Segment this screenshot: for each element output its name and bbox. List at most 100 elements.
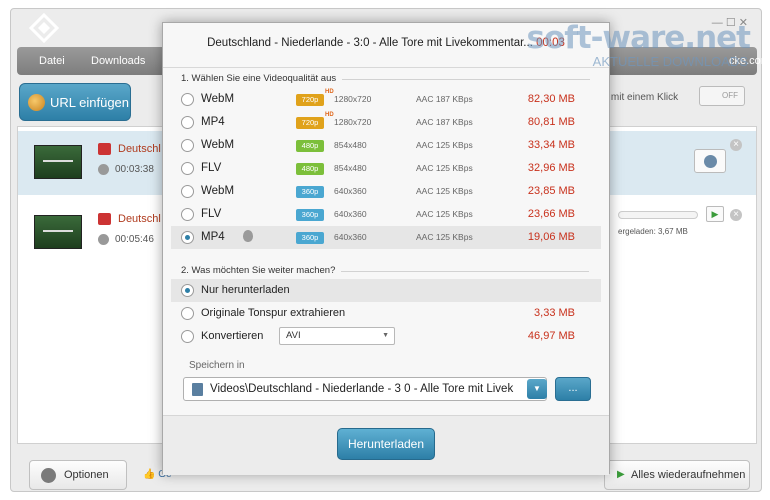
clock-icon [98, 234, 109, 245]
quality-option[interactable]: WebM 720p HD 1280x720 AAC 187 KBps 82,30 MB [171, 88, 601, 111]
quality-option[interactable]: MP4 360p 640x360 AAC 125 KBps 19,06 MB [171, 226, 601, 249]
action-download-only[interactable]: Nur herunterladen [171, 279, 601, 302]
paste-url-label: URL einfügen [50, 95, 130, 110]
watermark-tagline: AKTUELLE DOWNLOADS [592, 54, 748, 69]
quality-size: 82,30 MB [527, 93, 575, 105]
quality-format: FLV [201, 208, 222, 220]
quality-audio: AAC 125 KBps [416, 232, 473, 242]
quality-format: WebM [201, 93, 235, 105]
radio-button[interactable] [181, 162, 194, 175]
path-dropdown-button[interactable]: ▼ [527, 379, 547, 399]
quality-size: 19,06 MB [527, 231, 575, 243]
quality-audio: AAC 125 KBps [416, 140, 473, 150]
chevron-down-icon: ▼ [382, 332, 389, 339]
radio-button[interactable] [181, 284, 194, 297]
quality-option[interactable]: FLV 360p 640x360 AAC 125 KBps 23,66 MB [171, 203, 601, 226]
item-duration: 00:05:46 [115, 234, 154, 245]
folder-icon [192, 383, 203, 396]
section-action: 2. Was möchten Sie weiter machen? [181, 265, 591, 276]
radio-button[interactable] [181, 231, 194, 244]
resume-label: Alles wiederaufnehmen [631, 469, 746, 481]
dialog-title-text: Deutschland - Niederlande - 3:0 - Alle T… [207, 37, 533, 49]
section-quality: 1. Wählen Sie eine Videoqualität aus [181, 73, 591, 84]
quality-badge: 480p [296, 140, 324, 152]
quality-badge: 360p [296, 186, 324, 198]
radio-button[interactable] [181, 330, 194, 343]
video-thumbnail [34, 215, 82, 249]
quality-audio: AAC 125 KBps [416, 186, 473, 196]
quality-resolution: 640x360 [334, 186, 367, 196]
save-path-field[interactable]: Videos\Deutschland - Niederlande - 3 0 -… [183, 377, 547, 401]
quality-audio: AAC 125 KBps [416, 163, 473, 173]
item-duration: 00:03:38 [115, 164, 154, 175]
action-size: 3,33 MB [534, 307, 575, 319]
radio-button[interactable] [181, 139, 194, 152]
clock-icon [98, 164, 109, 175]
paste-url-button[interactable]: URL einfügen [19, 83, 131, 121]
options-label: Optionen [64, 469, 109, 481]
browse-button[interactable]: ... [555, 377, 591, 401]
radio-button[interactable] [181, 208, 194, 221]
action-label: Originale Tonspur extrahieren [201, 307, 346, 319]
globe-button[interactable] [694, 149, 726, 173]
action-label: Nur herunterladen [201, 284, 290, 296]
quality-audio: AAC 187 KBps [416, 94, 473, 104]
radio-button[interactable] [181, 185, 194, 198]
download-button[interactable]: Herunterladen [337, 428, 435, 460]
quality-resolution: 640x360 [334, 209, 367, 219]
save-in-label: Speichern in [189, 360, 245, 371]
play-icon[interactable]: ▶ [706, 206, 724, 222]
quality-badge: 480p [296, 163, 324, 175]
menu-file[interactable]: Datei [39, 55, 65, 67]
dialog-footer: Herunterladen [163, 415, 609, 475]
youtube-icon [98, 213, 111, 225]
quality-size: 33,34 MB [527, 139, 575, 151]
quality-format: MP4 [201, 231, 225, 243]
globe-icon [28, 94, 45, 111]
quality-audio: AAC 125 KBps [416, 209, 473, 219]
radio-button[interactable] [181, 116, 194, 129]
quality-size: 32,96 MB [527, 162, 575, 174]
quality-format: FLV [201, 162, 222, 174]
item-title[interactable]: Deutschl [118, 143, 161, 155]
quality-format: WebM [201, 139, 235, 151]
quality-size: 23,66 MB [527, 208, 575, 220]
smart-mode-toggle[interactable]: OFF [699, 86, 745, 106]
quality-option[interactable]: FLV 480p 854x480 AAC 125 KBps 32,96 MB [171, 157, 601, 180]
quality-audio: AAC 187 KBps [416, 117, 473, 127]
quality-badge: 360p [296, 232, 324, 244]
quality-format: MP4 [201, 116, 225, 128]
hd-badge: HD [325, 112, 334, 118]
convert-format-select[interactable]: AVI ▼ [279, 327, 395, 345]
progress-bar [618, 211, 698, 219]
quality-resolution: 854x480 [334, 140, 367, 150]
radio-button[interactable] [181, 307, 194, 320]
action-convert[interactable]: Konvertieren AVI ▼ 46,97 MB [171, 325, 601, 348]
item-title[interactable]: Deutschl [118, 213, 161, 225]
window-controls[interactable]: — ☐ ✕ [712, 16, 748, 29]
quality-format: WebM [201, 185, 235, 197]
apple-icon [243, 230, 253, 242]
video-thumbnail [34, 145, 82, 179]
quality-badge: 720p [296, 94, 324, 106]
quality-option[interactable]: WebM 480p 854x480 AAC 125 KBps 33,34 MB [171, 134, 601, 157]
action-extract-audio[interactable]: Originale Tonspur extrahieren 3,33 MB [171, 302, 601, 325]
quality-option[interactable]: MP4 720p HD 1280x720 AAC 187 KBps 80,81 MB [171, 111, 601, 134]
quality-size: 80,81 MB [527, 116, 575, 128]
quality-size: 23,85 MB [527, 185, 575, 197]
close-icon[interactable]: × [730, 139, 742, 151]
hd-badge: HD [325, 89, 334, 95]
radio-button[interactable] [181, 93, 194, 106]
divider [163, 67, 609, 68]
menu-downloads[interactable]: Downloads [91, 55, 145, 67]
close-icon[interactable]: × [730, 209, 742, 221]
options-button[interactable]: Optionen [29, 460, 127, 490]
resume-all-button[interactable]: Alles wiederaufnehmen [604, 460, 750, 490]
quality-option[interactable]: WebM 360p 640x360 AAC 125 KBps 23,85 MB [171, 180, 601, 203]
youtube-icon [98, 143, 111, 155]
convert-format-value: AVI [286, 330, 301, 341]
quality-resolution: 854x480 [334, 163, 367, 173]
gear-icon [41, 468, 56, 483]
quality-dialog: Deutschland - Niederlande - 3:0 - Alle T… [162, 22, 610, 475]
quality-badge: 360p [296, 209, 324, 221]
